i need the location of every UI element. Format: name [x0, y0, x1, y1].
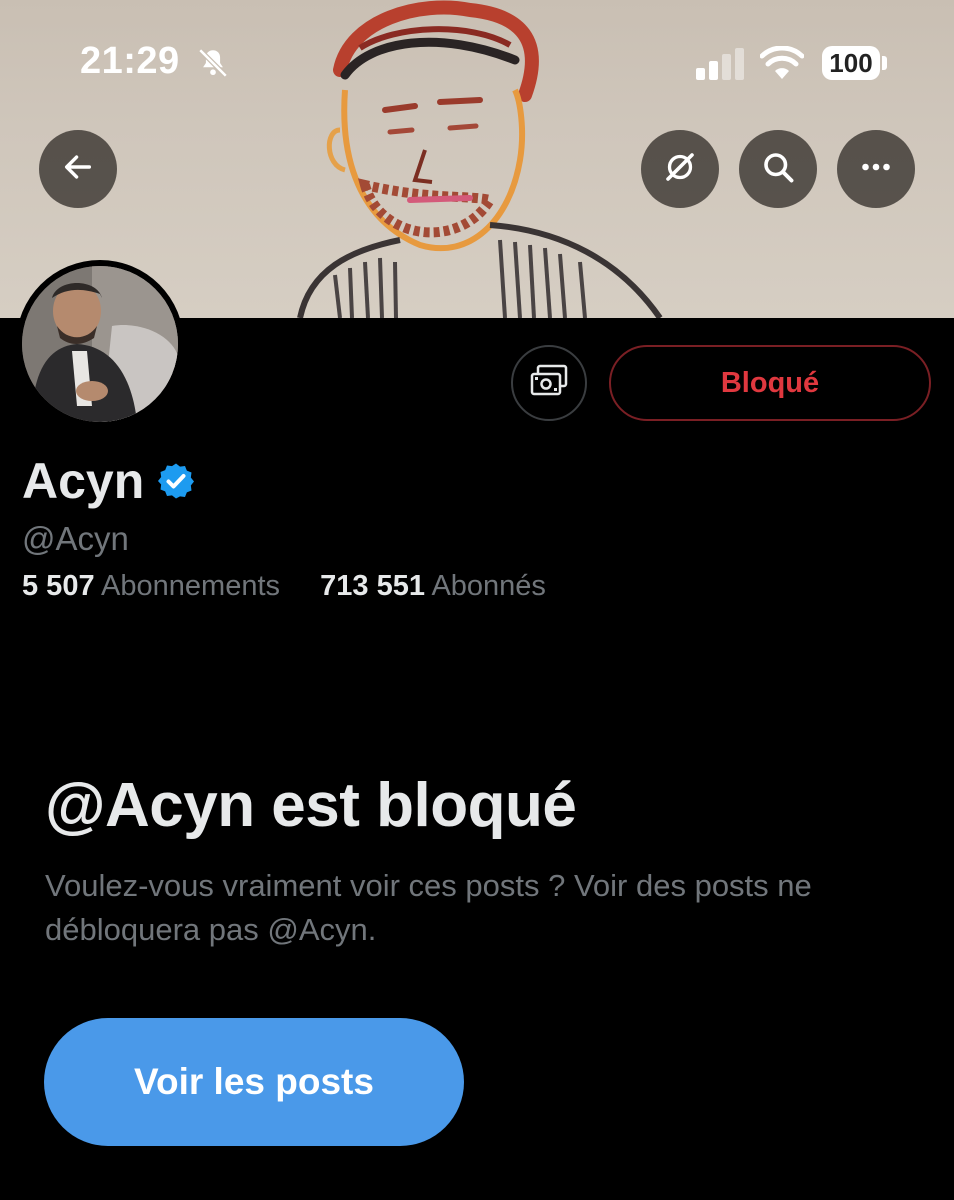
blocked-title: @Acyn est bloqué [45, 771, 577, 840]
following-label: Abonnements [101, 570, 281, 602]
following-count: 5 507 [22, 570, 95, 602]
bell-slash-icon [196, 46, 230, 85]
search-button[interactable] [739, 130, 817, 208]
followers-link[interactable]: 713 551 Abonnés [320, 570, 546, 602]
avatar-container[interactable] [16, 260, 184, 428]
status-time: 21:29 [80, 40, 180, 82]
profile-handle: @Acyn [22, 520, 129, 557]
verified-badge-icon [156, 461, 196, 506]
battery-tip [882, 56, 887, 70]
money-icon [529, 364, 569, 403]
view-posts-button[interactable]: Voir les posts [44, 1018, 464, 1146]
arrow-left-icon [61, 150, 95, 189]
profile-stats: 5 507 Abonnements 713 551 Abonnés [22, 570, 546, 603]
more-button[interactable] [837, 130, 915, 208]
followers-label: Abonnés [431, 570, 546, 602]
search-icon [760, 149, 796, 190]
grok-button[interactable] [641, 130, 719, 208]
status-bar: 21:29 100 [0, 0, 954, 130]
following-link[interactable]: 5 507 Abonnements [22, 570, 288, 602]
profile-name-row: Acyn [22, 452, 196, 510]
signal-icon [696, 48, 746, 85]
blocked-description: Voulez-vous vraiment voir ces posts ? Vo… [45, 868, 812, 947]
subscribe-button[interactable] [511, 345, 587, 421]
blocked-button[interactable]: Bloqué [609, 345, 931, 421]
display-name: Acyn [22, 453, 145, 509]
back-button[interactable] [39, 130, 117, 208]
battery-icon: 100 [822, 46, 880, 80]
avatar [22, 266, 178, 422]
followers-count: 713 551 [320, 570, 425, 602]
grok-icon [662, 149, 698, 190]
wifi-icon [759, 45, 805, 85]
more-icon [858, 149, 894, 190]
